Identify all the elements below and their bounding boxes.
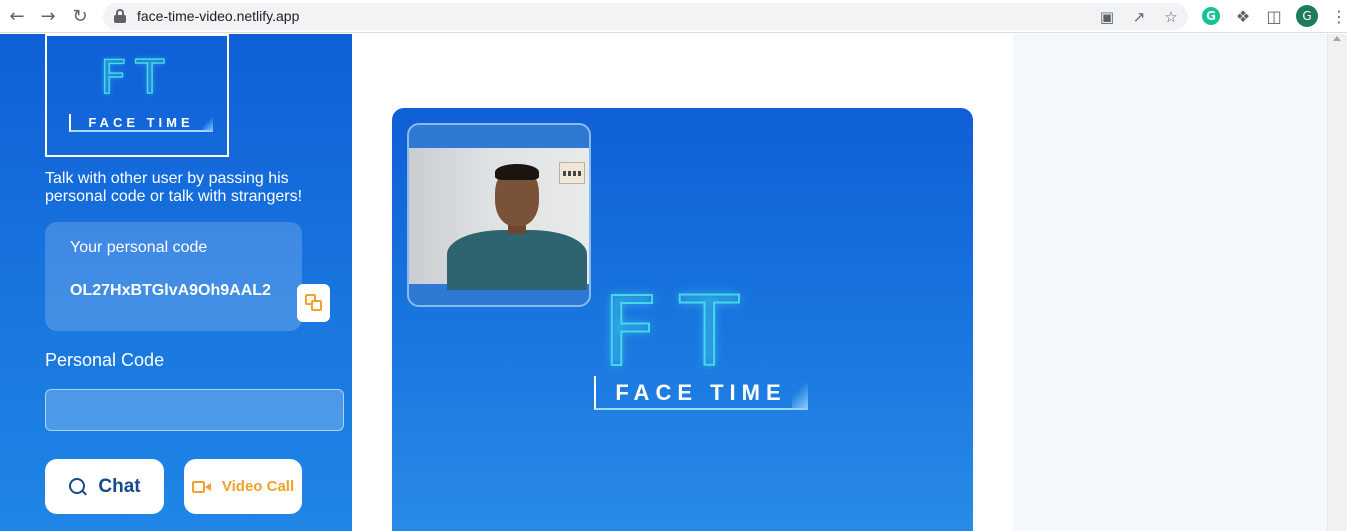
webcam-frame [409,148,589,290]
logo-letters: FT [99,49,174,105]
personal-code-label: Your personal code [70,239,208,256]
star-icon[interactable]: ☆ [1161,7,1181,27]
chat-button[interactable]: Chat [45,459,164,514]
messages-panel [1013,34,1327,531]
remote-logo-wordmark: FACE TIME [594,376,808,410]
video-camera-icon [191,480,212,494]
personal-code-value: OL27HxBTGlvA9Oh9AAL2 [70,282,271,299]
back-arrow-icon[interactable]: ← [6,5,28,27]
forward-arrow-icon[interactable]: → [37,5,59,27]
copy-code-button[interactable] [297,284,330,322]
address-bar[interactable]: face-time-video.netlify.app ▣ ↗ ☆ [103,3,1188,30]
share-icon[interactable]: ↗ [1129,7,1149,27]
camera-icon[interactable]: ▣ [1097,7,1117,27]
scroll-up-arrow-icon[interactable] [1333,36,1341,41]
personal-code-card: Your personal code OL27HxBTGlvA9Oh9AAL2 [45,222,302,331]
app-logo: FT FACE TIME [45,34,229,157]
sidebar-icon[interactable]: ◫ [1263,5,1285,27]
video-call-button[interactable]: Video Call [184,459,302,514]
lock-icon[interactable] [114,9,126,23]
page-scrollbar[interactable] [1327,34,1347,531]
url-text[interactable]: face-time-video.netlify.app [137,8,299,24]
reload-icon[interactable]: ↻ [69,5,91,27]
personal-code-field-label: Personal Code [45,350,165,370]
kebab-menu-icon[interactable]: ⋮ [1328,5,1347,27]
chat-icon [68,477,88,497]
person-hair [495,164,539,180]
chat-button-label: Chat [98,475,141,497]
profile-avatar[interactable]: G [1296,5,1318,27]
tagline: Talk with other user by passing his pers… [45,170,303,205]
browser-toolbar: ← → ↻ face-time-video.netlify.app ▣ ↗ ☆ … [0,0,1347,33]
puzzle-icon[interactable]: ❖ [1232,5,1254,27]
logo-wordmark: FACE TIME [69,114,213,132]
grammarly-icon[interactable]: G [1202,7,1220,25]
video-call-button-label: Video Call [221,478,295,495]
copy-icon [304,294,323,312]
personal-code-input[interactable] [45,389,344,431]
remote-logo-letters: FT [601,275,763,389]
sidebar: FT FACE TIME Talk with other user by pas… [0,34,352,531]
main-area: FT FACE TIME [352,34,1013,531]
wall-switch-board [559,162,585,184]
remote-video-panel: FT FACE TIME [392,108,973,531]
